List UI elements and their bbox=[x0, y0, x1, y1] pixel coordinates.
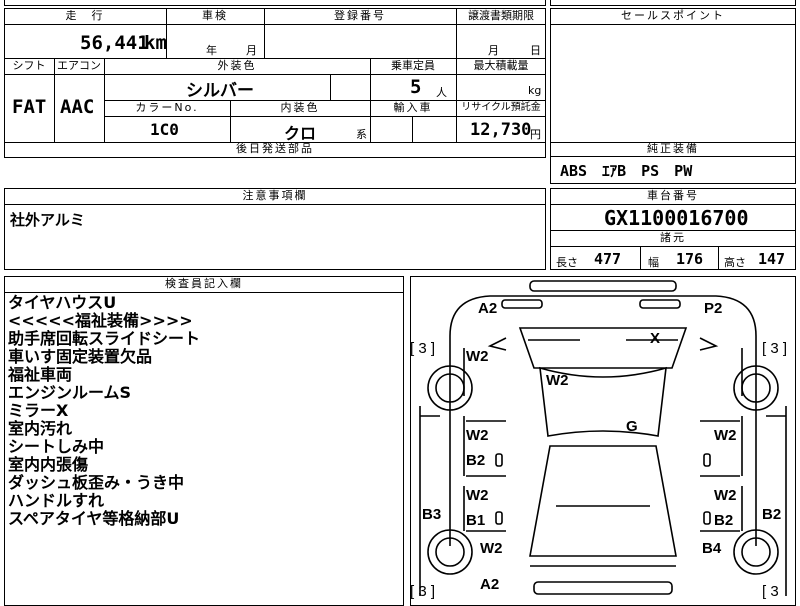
max-load-label: 最大積載量 bbox=[473, 59, 529, 72]
damage-mark: W2 bbox=[714, 427, 737, 444]
exterior-color-value: シルバー bbox=[186, 81, 254, 101]
color-no-label: カラーNo. bbox=[135, 101, 199, 114]
interior-color-value: クロ bbox=[284, 124, 317, 143]
remark-line: ミラーX bbox=[8, 401, 69, 420]
mileage-label: 走 行 bbox=[65, 9, 105, 22]
tire-mark: [ 3 ] bbox=[410, 340, 436, 357]
remark-line: シートしみ中 bbox=[8, 437, 105, 456]
notes-label: 注意事項欄 bbox=[242, 189, 308, 202]
registration-label: 登録番号 bbox=[334, 9, 386, 22]
damage-mark: B4 bbox=[702, 540, 722, 557]
sales-point-box bbox=[550, 8, 796, 184]
damage-mark: W2 bbox=[466, 487, 489, 504]
height-label: 高さ bbox=[724, 256, 746, 269]
inspection-label: 車検 bbox=[202, 9, 228, 22]
damage-mark: W2 bbox=[546, 372, 569, 389]
tire-mark: [ 3 bbox=[762, 583, 779, 600]
mileage-value: 56,441 bbox=[80, 32, 149, 54]
damage-mark: X bbox=[650, 330, 661, 347]
inspector-remarks: タイヤハウスU <<<<<福祉装備>>>> 助手席回転スライドシート 車いす固定… bbox=[8, 294, 398, 528]
remark-line: 室内内張傷 bbox=[8, 455, 89, 474]
max-load-unit: kg bbox=[528, 84, 542, 97]
damage-mark: W2 bbox=[714, 487, 737, 504]
aircon-label: エアコン bbox=[57, 59, 101, 72]
remark-line: タイヤハウスU bbox=[8, 293, 117, 312]
interior-color-label: 内装色 bbox=[280, 101, 320, 114]
recycle-fee-label: リサイクル預託金 bbox=[461, 102, 541, 113]
sales-top-strip bbox=[550, 0, 796, 6]
import-label: 輸入車 bbox=[393, 101, 433, 114]
later-parts-label: 後日発送部品 bbox=[236, 142, 314, 155]
transfer-month-unit: 月 bbox=[488, 44, 499, 57]
damage-mark: B2 bbox=[466, 452, 486, 469]
recycle-fee-value: 12,730 bbox=[470, 120, 532, 140]
capacity-unit: 人 bbox=[436, 86, 447, 99]
damage-mark: P2 bbox=[704, 300, 723, 317]
mileage-unit: km bbox=[144, 32, 167, 54]
remark-line: 車いす固定装置欠品 bbox=[8, 347, 153, 366]
remark-line: 助手席回転スライドシート bbox=[8, 329, 201, 348]
damage-mark: B1 bbox=[466, 512, 486, 529]
equipment-value: ABS ｴｱB PS PW bbox=[560, 162, 693, 180]
spec-table bbox=[4, 8, 546, 158]
transfer-deadline-label: 譲渡書類期限 bbox=[468, 9, 534, 22]
tire-mark: [ 3 ] bbox=[410, 583, 436, 600]
width-value: 176 bbox=[676, 250, 704, 268]
damage-mark: A2 bbox=[478, 300, 498, 317]
notes-value: 社外アルミ bbox=[10, 211, 85, 229]
remark-line: 福祉車両 bbox=[8, 365, 73, 384]
inspection-year-unit: 年 bbox=[206, 44, 217, 57]
length-value: 477 bbox=[594, 250, 622, 268]
interior-color-suffix: 系 bbox=[356, 128, 367, 141]
transfer-day-unit: 日 bbox=[530, 44, 541, 57]
aircon-value: AAC bbox=[60, 96, 95, 118]
capacity-value: 5 bbox=[410, 76, 422, 98]
damage-mark: B2 bbox=[714, 512, 734, 529]
damage-mark: A2 bbox=[480, 576, 500, 593]
shift-value: FAT bbox=[12, 96, 47, 118]
width-label: 幅 bbox=[648, 256, 659, 269]
top-strip bbox=[4, 0, 546, 6]
damage-mark: W2 bbox=[480, 540, 503, 557]
inspector-label: 検査員記入欄 bbox=[165, 277, 243, 290]
damage-mark: B3 bbox=[422, 506, 442, 523]
inspection-month-unit: 月 bbox=[246, 44, 257, 57]
remark-line: <<<<<福祉装備>>>> bbox=[8, 311, 193, 330]
remark-line: スペアタイヤ等格納部U bbox=[8, 509, 180, 528]
exterior-color-label: 外装色 bbox=[217, 59, 257, 72]
height-value: 147 bbox=[758, 250, 786, 268]
chassis-number: GX1100016700 bbox=[604, 206, 749, 230]
capacity-label: 乗車定員 bbox=[391, 59, 435, 72]
damage-mark: W2 bbox=[466, 427, 489, 444]
tire-mark: [ 3 ] bbox=[762, 340, 788, 357]
remark-line: 室内汚れ bbox=[8, 419, 73, 438]
shift-label: シフト bbox=[12, 59, 46, 72]
recycle-fee-unit: 円 bbox=[530, 128, 541, 141]
length-label: 長さ bbox=[556, 256, 578, 269]
damage-mark: B2 bbox=[762, 506, 782, 523]
remark-line: エンジンルームS bbox=[8, 383, 132, 402]
remark-line: ダッシュ板歪み・うき中 bbox=[8, 473, 185, 492]
equipment-label: 純正装備 bbox=[647, 142, 699, 155]
chassis-label: 車台番号 bbox=[647, 189, 699, 202]
sales-point-label: セールスポイント bbox=[621, 9, 725, 22]
damage-mark: W2 bbox=[466, 348, 489, 365]
remark-line: ハンドルすれ bbox=[8, 491, 105, 510]
damage-mark: G bbox=[626, 418, 638, 435]
color-no-value: 1C0 bbox=[150, 120, 179, 139]
dimensions-label: 諸元 bbox=[660, 231, 686, 244]
